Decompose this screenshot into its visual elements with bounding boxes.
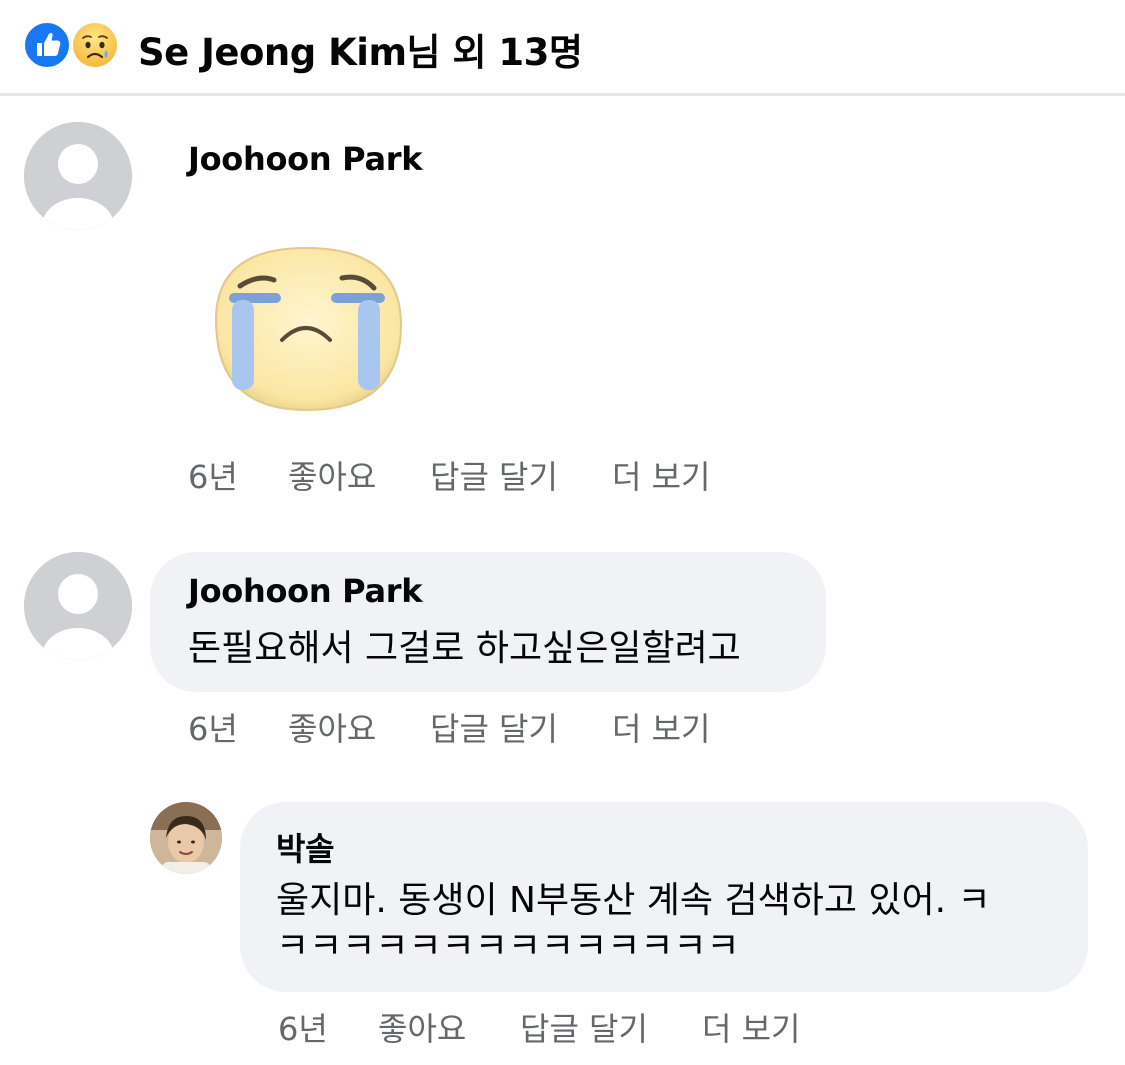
reply-text-line-1: 울지마. 동생이 N부동산 계속 검색하고 있어. ㅋ xyxy=(276,880,991,921)
more-button[interactable]: 더 보기 xyxy=(702,1004,801,1050)
comment-author[interactable]: Joohoon Park xyxy=(188,140,423,178)
comment-text: 돈필요해서 그걸로 하고싶은일할려고 xyxy=(188,628,741,669)
like-icon xyxy=(22,20,72,70)
more-button[interactable]: 더 보기 xyxy=(612,452,711,498)
reactions-header: Se Jeong Kim님 외 13명 xyxy=(0,0,1125,96)
comment-timestamp[interactable]: 6년 xyxy=(188,452,238,498)
reply-button[interactable]: 답글 달기 xyxy=(430,704,558,750)
reaction-summary[interactable] xyxy=(22,20,124,70)
reaction-summary-text[interactable]: Se Jeong Kim님 외 13명 xyxy=(138,22,583,76)
comment-timestamp[interactable]: 6년 xyxy=(188,704,238,750)
reply-bubble[interactable]: 박솔 울지마. 동생이 N부동산 계속 검색하고 있어. ㅋ ㅋㅋㅋㅋㅋㅋㅋㅋㅋ… xyxy=(240,802,1088,992)
like-button[interactable]: 좋아요 xyxy=(288,452,376,498)
comment-bubble[interactable]: Joohoon Park 돈필요해서 그걸로 하고싶은일할려고 xyxy=(150,552,826,692)
sad-icon xyxy=(70,20,120,70)
like-button[interactable]: 좋아요 xyxy=(378,1004,466,1050)
avatar[interactable] xyxy=(24,122,132,230)
reply-button[interactable]: 답글 달기 xyxy=(430,452,558,498)
reply-avatar[interactable] xyxy=(150,802,222,874)
avatar[interactable] xyxy=(24,552,132,660)
more-button[interactable]: 더 보기 xyxy=(612,704,711,750)
comment-timestamp[interactable]: 6년 xyxy=(278,1004,328,1050)
reply-text-line-2: ㅋㅋㅋㅋㅋㅋㅋㅋㅋㅋㅋㅋㅋㅋ xyxy=(276,926,740,967)
comment-author[interactable]: Joohoon Park xyxy=(188,572,423,610)
like-button[interactable]: 좋아요 xyxy=(288,704,376,750)
reply-author[interactable]: 박솔 xyxy=(276,824,335,870)
reply-button[interactable]: 답글 달기 xyxy=(520,1004,648,1050)
crying-face-sticker xyxy=(196,240,416,415)
